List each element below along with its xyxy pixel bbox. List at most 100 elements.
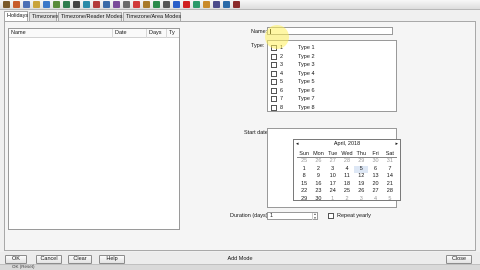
clock-icon[interactable] (93, 1, 100, 8)
calendar-day[interactable]: 26 (354, 188, 368, 196)
help-icon[interactable] (173, 1, 180, 8)
type-row[interactable]: 4 Type 4 (271, 70, 391, 78)
type-row[interactable]: 8 Type 8 (271, 104, 391, 112)
map-icon[interactable] (203, 1, 210, 8)
log-icon[interactable] (213, 1, 220, 8)
calendar-day[interactable]: 15 (297, 181, 311, 189)
type-checkbox[interactable] (271, 70, 277, 77)
ok-button[interactable]: OK (5, 255, 27, 264)
tab-timezone-reader-modes[interactable]: Timezone/Reader Modes (58, 12, 123, 21)
calendar-day[interactable]: 5 (383, 196, 397, 204)
stop-icon[interactable] (183, 1, 190, 8)
type-checkbox[interactable] (271, 96, 277, 102)
calendar-day[interactable]: 7 (383, 166, 397, 174)
calendar-day[interactable]: 18 (340, 181, 354, 189)
column-name[interactable]: Name (9, 29, 113, 38)
type-checkbox[interactable] (271, 79, 277, 85)
calendar-day[interactable]: 4 (368, 196, 382, 204)
tab-holidays[interactable]: Holidays (4, 11, 28, 21)
close-button[interactable]: Close (446, 255, 472, 264)
calendar-day[interactable]: 14 (383, 173, 397, 181)
calendar-day[interactable]: 31 (383, 158, 397, 166)
save-icon[interactable] (223, 1, 230, 8)
calendar-day[interactable]: 6 (368, 166, 382, 174)
holidays-list[interactable]: Name Date Days Ty (8, 28, 180, 230)
monitor-icon[interactable] (43, 1, 50, 8)
camera-icon[interactable] (73, 1, 80, 8)
calendar-day[interactable]: 16 (311, 181, 325, 189)
tab-timezone-area-modes[interactable]: Timezone/Area Modes (123, 12, 181, 21)
type-row[interactable]: 2 Type 2 (271, 53, 391, 61)
report-icon[interactable] (53, 1, 60, 8)
type-checkbox[interactable] (271, 53, 277, 60)
calendar-day[interactable]: 1 (326, 196, 340, 204)
calendar-day[interactable]: 27 (326, 158, 340, 166)
type-row[interactable]: 5 Type 5 (271, 78, 391, 86)
type-row[interactable]: 3 Type 3 (271, 61, 391, 69)
calendar-day[interactable]: 25 (340, 188, 354, 196)
person-icon[interactable] (13, 1, 20, 8)
network-icon[interactable] (83, 1, 90, 8)
calendar-day[interactable]: 30 (311, 196, 325, 204)
calendar-day[interactable]: 27 (368, 188, 382, 196)
calendar-day[interactable]: 2 (311, 166, 325, 174)
tab-timezones[interactable]: Timezones (29, 12, 59, 21)
calendar-day[interactable]: 2 (340, 196, 354, 204)
calendar-day[interactable]: 13 (368, 173, 382, 181)
next-month-icon[interactable]: ▸ (395, 141, 398, 148)
calendar-day[interactable]: 25 (297, 158, 311, 166)
type-row[interactable]: 7 Type 7 (271, 95, 391, 103)
key-icon[interactable] (33, 1, 40, 8)
refresh-icon[interactable] (193, 1, 200, 8)
calendar-day[interactable]: 5 (354, 165, 369, 173)
calendar-day[interactable]: 24 (326, 188, 340, 196)
lock-icon[interactable] (143, 1, 150, 8)
calendar-icon[interactable] (103, 1, 110, 8)
type-row[interactable]: 1Type 1 (271, 44, 391, 52)
door-icon[interactable] (3, 1, 10, 8)
calendar-day[interactable]: 1 (297, 166, 311, 174)
calendar-day[interactable]: 20 (368, 181, 382, 189)
spin-arrows-icon[interactable]: ▲ ▼ (312, 212, 317, 220)
repeat-yearly-box[interactable] (328, 213, 334, 219)
calendar-day[interactable]: 29 (297, 196, 311, 204)
cancel-button[interactable]: Cancel (36, 255, 62, 264)
type-checkbox[interactable] (271, 104, 277, 111)
printer-icon[interactable] (163, 1, 170, 8)
calendar-day[interactable]: 19 (354, 181, 368, 189)
calendar-day[interactable]: 21 (383, 181, 397, 189)
alarm-icon[interactable] (133, 1, 140, 8)
calendar-day[interactable]: 22 (297, 188, 311, 196)
calendar-day[interactable]: 9 (311, 173, 325, 181)
calendar-day[interactable]: 4 (340, 166, 354, 174)
column-days[interactable]: Days (147, 29, 167, 38)
calendar-day[interactable]: 11 (340, 173, 354, 181)
calendar-day[interactable]: 28 (340, 158, 354, 166)
calendar-day[interactable]: 23 (311, 188, 325, 196)
repeat-yearly-checkbox[interactable]: Repeat yearly (328, 212, 388, 220)
duration-stepper[interactable]: 1 ▲ ▼ (267, 212, 318, 220)
chart-icon[interactable] (153, 1, 160, 8)
calendar-day[interactable]: 30 (368, 158, 382, 166)
user-group-icon[interactable] (113, 1, 120, 8)
calendar-day[interactable]: 17 (326, 181, 340, 189)
column-date[interactable]: Date (113, 29, 147, 38)
calendar-day[interactable]: 3 (354, 196, 368, 204)
settings-icon[interactable] (123, 1, 130, 8)
calendar-day[interactable]: 12 (354, 173, 368, 181)
calendar[interactable]: ◂ April, 2018 ▸ Sun Mon Tue Wed Thu Fri Sat 25… (293, 139, 401, 204)
calendar-day[interactable]: 10 (326, 173, 340, 181)
help-button[interactable]: Help (99, 255, 125, 264)
card-icon[interactable] (23, 1, 30, 8)
type-row[interactable]: 6 Type 6 (271, 87, 391, 95)
calendar-day[interactable]: 26 (311, 158, 325, 166)
type-checkbox[interactable] (271, 87, 277, 94)
clear-button[interactable]: Clear (68, 255, 92, 264)
calendar-day[interactable]: 29 (354, 158, 368, 166)
calendar-day[interactable]: 28 (383, 188, 397, 196)
calendar-day[interactable]: 8 (297, 173, 311, 181)
column-type[interactable]: Ty (167, 29, 179, 38)
type-checkbox[interactable] (271, 62, 277, 68)
shield-icon[interactable] (63, 1, 70, 8)
exit-icon[interactable] (233, 1, 240, 8)
